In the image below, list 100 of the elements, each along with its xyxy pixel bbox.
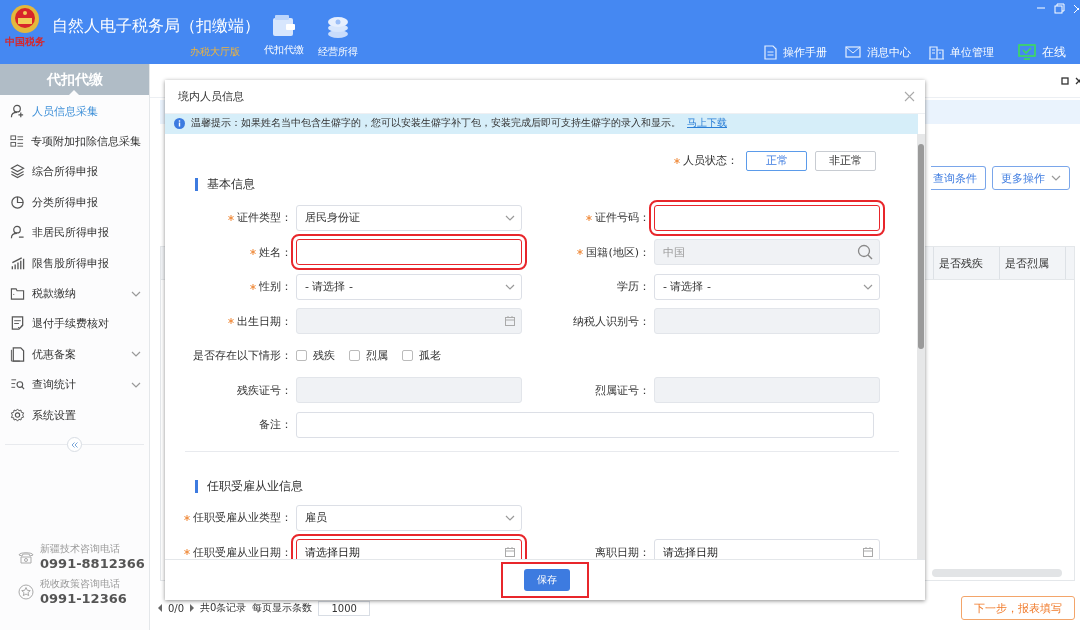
checkbox[interactable]: [349, 350, 360, 362]
page-count: 0/0: [168, 602, 185, 614]
field-label: 是否存在以下情形：: [192, 348, 292, 365]
download-link[interactable]: 马上下载: [687, 117, 727, 131]
field-label: 性别：: [165, 273, 292, 300]
required-icon: [586, 214, 592, 221]
calendar-icon: [863, 547, 873, 558]
chevron-icon: [505, 214, 515, 221]
select-field[interactable]: 雇员: [296, 504, 522, 531]
field-label: 证件类型：: [165, 204, 292, 231]
required-icon: [228, 214, 234, 221]
field-label: 国籍(地区)：: [526, 239, 650, 266]
page-size-field[interactable]: 1000: [318, 600, 370, 616]
search-list-icon: [10, 377, 25, 393]
column-header: 是否残疾: [933, 247, 999, 279]
info-icon: [174, 118, 185, 130]
checkbox[interactable]: [296, 350, 307, 362]
document-icon: [764, 44, 777, 60]
field-label: 出生日期：: [165, 308, 292, 335]
close-icon[interactable]: [1075, 76, 1080, 85]
field-label: 纳税人识别号：: [572, 313, 650, 330]
sidebar-item[interactable]: 税款缴纳: [0, 278, 149, 309]
settings-icon: [10, 407, 25, 423]
restore-icon[interactable]: [1061, 76, 1069, 85]
select-field[interactable]: - 请选择 -: [654, 273, 880, 300]
checkbox[interactable]: [402, 350, 413, 362]
sidebar-item[interactable]: 系统设置: [0, 399, 149, 431]
field-label: 离职日期：: [594, 544, 650, 560]
status-option[interactable]: 正常: [746, 150, 807, 171]
sidebar-item[interactable]: 非居民所得申报: [0, 217, 149, 248]
status-option[interactable]: 非正常: [815, 150, 876, 171]
checklist-icon: [10, 316, 25, 332]
section-title: 任职受雇从业信息: [207, 478, 303, 496]
building-icon: [929, 44, 944, 60]
sidebar-item[interactable]: 退付手续费核对: [0, 308, 149, 340]
document-icon: [10, 346, 25, 362]
double-chevron-icon: [71, 441, 78, 448]
app-title: 自然人电子税务局（扣缴端）: [52, 16, 261, 37]
collapse-button[interactable]: [67, 437, 82, 453]
dropdown-button[interactable]: 更多操作: [992, 166, 1070, 190]
date-field[interactable]: 请选择日期: [654, 539, 880, 560]
mail-icon: [845, 46, 861, 58]
phone-icon: [18, 549, 34, 564]
field-label: 证件号码：: [526, 204, 650, 231]
field-label: 任职受雇从业日期：: [165, 539, 292, 560]
required-icon: [250, 283, 256, 290]
hotline-number: 0991-12366: [40, 591, 127, 606]
pie-chart-icon: [10, 194, 25, 210]
required-icon: [228, 318, 234, 325]
wallet-icon: [271, 14, 297, 38]
hotline-number: 0991-8812366: [40, 556, 145, 571]
folder-icon: [10, 286, 25, 302]
coins-icon: [326, 14, 350, 40]
save-button[interactable]: 保存: [524, 569, 570, 592]
sidebar-item[interactable]: 专项附加扣除信息采集: [0, 126, 149, 157]
field-label: 残疾证号：: [236, 382, 292, 399]
query-button[interactable]: 查询条件: [931, 166, 986, 190]
bar-chart-icon: [10, 255, 25, 271]
sidebar-item[interactable]: 综合所得申报: [0, 156, 149, 188]
page-size-label: 每页显示条数: [252, 601, 313, 615]
required-icon: [184, 549, 190, 556]
checkbox-label: 烈属: [366, 348, 388, 364]
layers-icon: [10, 164, 25, 180]
field-label: 人员状态：: [674, 153, 738, 169]
required-icon: [577, 249, 584, 256]
select-field[interactable]: - 请选择 -: [296, 273, 522, 300]
required-icon: [250, 249, 256, 256]
checkbox-label: 孤老: [419, 348, 441, 364]
sidebar-item[interactable]: 优惠备案: [0, 339, 149, 370]
checkbox-label: 残疾: [313, 348, 335, 364]
field-label: 任职受雇从业类型：: [165, 504, 292, 531]
user-icon: [10, 225, 25, 241]
edition-label: 办税大厅版: [190, 45, 241, 59]
notice-text: 温馨提示：如果姓名当中包含生僻字的，您可以安装生僻字补丁包，安装完成后即可支持生僻字的录入和显示。: [191, 117, 681, 131]
section-title: 基本信息: [207, 176, 255, 194]
hotline-caption: 税收政策咨询电话: [40, 577, 121, 591]
hotline-caption: 新疆技术咨询电话: [40, 542, 121, 556]
scrollbar[interactable]: [917, 133, 925, 560]
calendar-icon: [505, 547, 515, 558]
field-label: 备注：: [258, 417, 292, 434]
calendar-icon: [505, 316, 515, 327]
sidebar-item[interactable]: 分类所得申报: [0, 187, 149, 218]
sidebar-item[interactable]: 人员信息采集: [0, 96, 149, 127]
sidebar-item[interactable]: 查询统计: [0, 369, 149, 400]
scrollbar[interactable]: [932, 569, 1062, 577]
chevron-icon: [505, 283, 515, 290]
chevron-icon: [505, 514, 515, 521]
monitor-icon: [1018, 43, 1036, 61]
field-label: 姓名：: [165, 239, 292, 266]
dialog-title: 境内人员信息: [178, 88, 245, 104]
logo-text: 中国税务: [5, 35, 45, 49]
field-label: 学历：: [616, 279, 650, 296]
select-field[interactable]: 居民身份证: [296, 204, 522, 231]
field-label: 烈属证号：: [594, 382, 650, 399]
list-icon: [10, 134, 24, 150]
sidebar-item[interactable]: 限售股所得申报: [0, 247, 149, 279]
required-icon: [674, 157, 680, 164]
record-count: 共0条记录: [200, 601, 247, 615]
chevron-icon: [1051, 175, 1061, 181]
sidebar-header: 代扣代缴: [0, 64, 149, 95]
